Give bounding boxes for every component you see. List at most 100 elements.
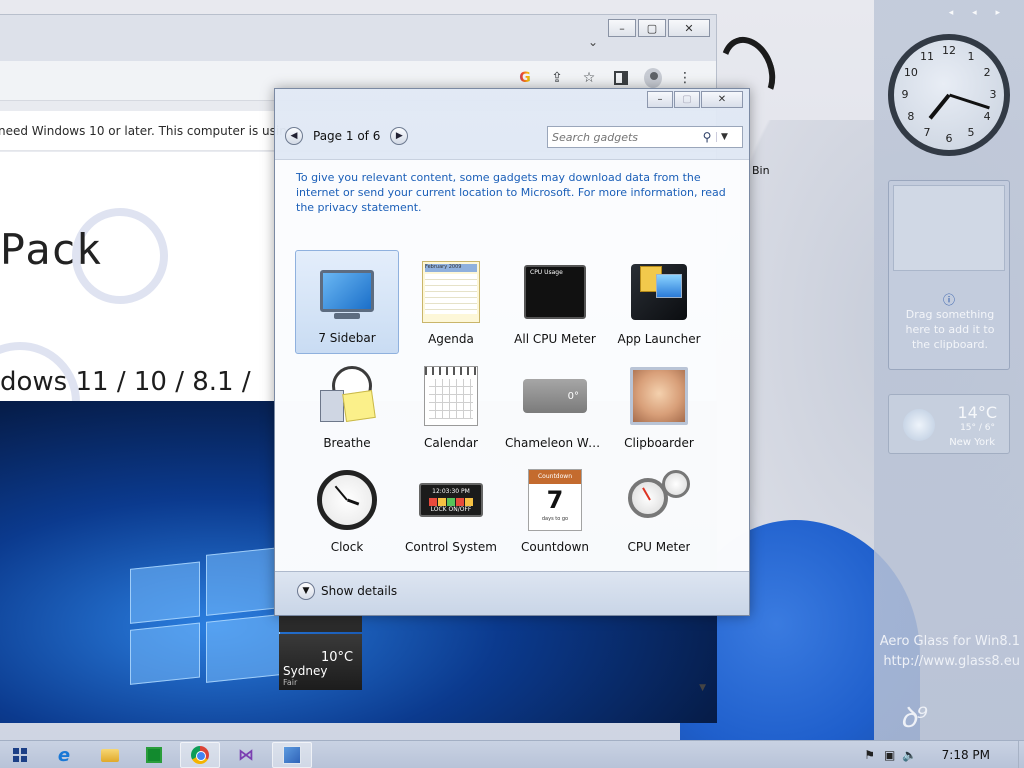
taskbar-chrome[interactable] xyxy=(180,742,220,768)
folder-icon xyxy=(101,748,119,762)
watermark-line-2: http://www.glass8.eu xyxy=(883,654,1020,669)
sydney-condition: Fair xyxy=(283,678,298,687)
show-desktop-button[interactable] xyxy=(1018,741,1024,768)
side-panel-button[interactable] xyxy=(612,69,630,87)
browser-maximize-button[interactable]: ▢ xyxy=(638,19,666,37)
clock-number: 6 xyxy=(945,132,953,145)
gadgets-icon xyxy=(283,746,301,764)
search-gadgets-input[interactable] xyxy=(548,130,698,144)
agenda-thumb-header: February 2009 xyxy=(425,264,477,272)
browser-title-bar: – ▢ ✕ ⌄ xyxy=(0,15,716,61)
gadget-label: All CPU Meter xyxy=(514,332,596,346)
sidebar-weather-gadget[interactable]: 14°C 15° / 6° New York xyxy=(888,394,1010,454)
share-icon[interactable]: ⇪ xyxy=(548,69,566,87)
browser-close-button[interactable]: ✕ xyxy=(668,19,710,37)
search-box[interactable]: ⚲ ▼ xyxy=(547,126,743,148)
aero-glass-watermark: Aero Glass for Win8.1 http://www.glass8.… xyxy=(876,632,1024,672)
gadget-all-cpu-meter[interactable]: CPU Usage All CPU Meter xyxy=(503,250,607,354)
desktop-sidebar: ◂ ◂ ▸ 12 1 2 3 4 5 6 7 8 9 10 11 ⓘ Drag something h… xyxy=(874,0,1024,740)
sidebar-clock-gadget[interactable]: 12 1 2 3 4 5 6 7 8 9 10 11 xyxy=(888,34,1010,156)
gallery-footer: ▼ Show details xyxy=(275,571,749,615)
gadget-label: App Launcher xyxy=(617,332,701,346)
countdown-calendar-icon: Countdown 7 days to go xyxy=(522,468,588,532)
tab-search-chevron-icon[interactable]: ⌄ xyxy=(588,35,598,49)
signature-logo: ꝺ⁹ xyxy=(900,701,928,734)
gadget-label: Chameleon We... xyxy=(505,436,605,450)
os-support-line: dows 11 / 10 / 8.1 / xyxy=(0,367,251,397)
taskbar-file-explorer[interactable] xyxy=(90,742,130,768)
clock-number: 12 xyxy=(942,44,956,57)
clock-number: 8 xyxy=(907,110,915,123)
clock-minute-hand xyxy=(948,93,990,110)
gadget-label: Countdown xyxy=(520,540,589,554)
taskbar-gadgets[interactable] xyxy=(272,742,312,768)
gadget-clipboarder[interactable]: Clipboarder xyxy=(607,354,711,458)
search-icon[interactable]: ⚲ xyxy=(698,130,716,144)
chameleon-thumb-temp: 0° xyxy=(567,390,579,402)
profile-button[interactable] xyxy=(644,68,662,88)
clipboard-drop-area[interactable] xyxy=(893,185,1005,271)
gadget-countdown[interactable]: Countdown 7 days to go Countdown xyxy=(503,458,607,562)
taskbar-clock[interactable]: 7:18 PM xyxy=(942,748,990,762)
countdown-thumb-footer: days to go xyxy=(541,516,569,522)
show-details-button[interactable]: ▼ Show details xyxy=(297,582,397,600)
gadget-label: CPU Meter xyxy=(627,540,691,554)
gadget-label: Agenda xyxy=(428,332,474,346)
profile-avatar-icon xyxy=(644,68,662,88)
chevron-down-icon: ▼ xyxy=(297,582,315,600)
gallery-close-button[interactable]: ✕ xyxy=(701,91,743,108)
browser-minimize-button[interactable]: – xyxy=(608,19,636,37)
taskbar-store[interactable] xyxy=(134,742,174,768)
scroll-down-icon[interactable]: ▼ xyxy=(699,683,706,693)
gauge-icon xyxy=(626,468,692,532)
gadget-chameleon-weather[interactable]: 0° Chameleon We... xyxy=(503,354,607,458)
weather-cloud-icon: 0° xyxy=(522,364,588,428)
gadget-label: Clock xyxy=(330,540,364,554)
more-menu-icon[interactable]: ⋮ xyxy=(676,69,694,87)
gadget-cpu-meter[interactable]: CPU Meter xyxy=(607,458,711,562)
clock-number: 1 xyxy=(967,49,975,63)
clock-number: 5 xyxy=(967,126,975,140)
sidebar-nav-arrows[interactable]: ◂ ◂ ▸ xyxy=(949,8,1008,18)
bookmark-star-icon[interactable]: ☆ xyxy=(580,69,598,87)
recycle-bin-label[interactable]: Bin xyxy=(752,164,770,177)
show-details-label: Show details xyxy=(321,584,398,598)
sydney-weather-tile: 10°C Sydney Fair xyxy=(279,634,362,690)
search-dropdown-icon[interactable]: ▼ xyxy=(716,132,732,142)
volume-icon[interactable]: 🔈 xyxy=(900,748,920,762)
side-panel-icon xyxy=(614,71,628,85)
gallery-minimize-button[interactable]: – xyxy=(647,91,673,108)
clock-hour-hand xyxy=(928,93,951,120)
weather-sun-icon xyxy=(903,409,935,441)
start-button[interactable] xyxy=(0,742,40,768)
sidebar-monitor-icon xyxy=(314,259,380,323)
next-page-button[interactable]: ▶ xyxy=(390,127,409,145)
gadget-agenda[interactable]: February 2009 Agenda xyxy=(399,250,503,354)
privacy-note[interactable]: To give you relevant content, some gadge… xyxy=(296,170,726,215)
action-center-flag-icon[interactable]: ⚑ xyxy=(860,748,880,762)
prev-page-button[interactable]: ◀ xyxy=(285,127,303,145)
clock-number: 2 xyxy=(983,66,991,79)
control-thumb-time: 12:03:30 PM xyxy=(432,488,470,495)
clock-number: 7 xyxy=(923,126,931,140)
google-icon[interactable]: G xyxy=(516,69,534,87)
gadget-app-launcher[interactable]: App Launcher xyxy=(607,250,711,354)
gadget-label: Breathe xyxy=(323,436,371,450)
gadget-control-system[interactable]: 12:03:30 PM LOCK ON/OFF Control System xyxy=(399,458,503,562)
gadget-calendar[interactable]: Calendar xyxy=(399,354,503,458)
info-icon: ⓘ xyxy=(942,293,955,307)
sidebar-clipboard-gadget[interactable]: ⓘ Drag something here to add it to the c… xyxy=(888,180,1010,370)
gadget-clock[interactable]: Clock xyxy=(295,458,399,562)
clipboard-photo-icon xyxy=(626,364,692,428)
cpu-thumb-header: CPU Usage xyxy=(530,269,563,276)
page-heading: Pack xyxy=(0,225,102,274)
sydney-temp: 10°C xyxy=(321,650,354,665)
windows-start-icon xyxy=(13,748,27,762)
clock-number: 10 xyxy=(903,66,918,79)
network-icon[interactable]: ▣ xyxy=(880,748,900,762)
taskbar-internet-explorer[interactable]: e xyxy=(44,742,84,768)
taskbar-visual-studio[interactable]: ⋈ xyxy=(226,742,266,768)
control-panel-icon: 12:03:30 PM LOCK ON/OFF xyxy=(418,468,484,532)
gadget-7-sidebar[interactable]: 7 Sidebar xyxy=(295,250,399,354)
gadget-breathe[interactable]: Breathe xyxy=(295,354,399,458)
